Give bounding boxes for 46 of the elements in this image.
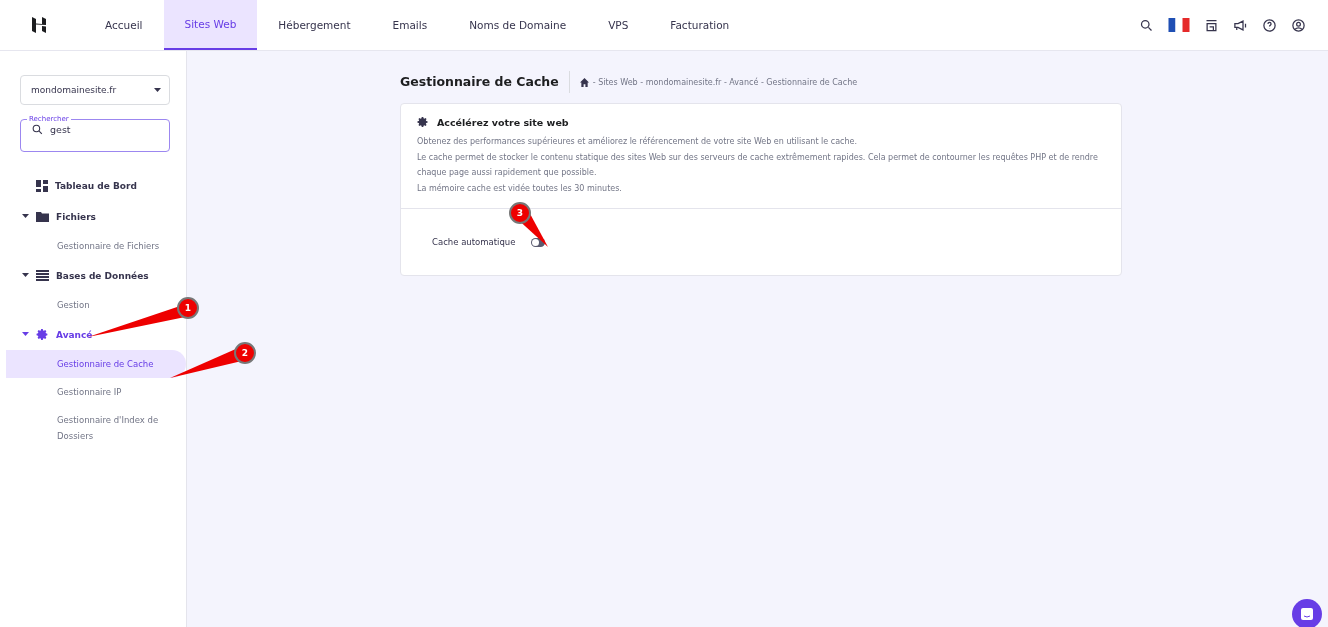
sidebar-subitem[interactable]: Gestionnaire IP — [6, 378, 130, 406]
caret-icon — [22, 214, 29, 219]
sidebar-item[interactable]: Fichiers — [6, 201, 186, 232]
breadcrumb: - Sites Web - mondomainesite.fr - Avancé - Gestionnaire de Cache — [592, 77, 858, 87]
nav-tab[interactable]: Sites Web — [163, 0, 258, 50]
nav-tab[interactable]: Emails — [371, 0, 449, 50]
setting-label: Cache automatique — [432, 237, 516, 247]
megaphone-icon[interactable] — [1233, 17, 1248, 33]
flag-icon[interactable] — [1168, 18, 1190, 32]
list-icon — [36, 270, 49, 281]
chat-button[interactable] — [1292, 599, 1322, 627]
dashboard-icon — [36, 179, 48, 192]
search-icon[interactable] — [1139, 17, 1154, 33]
sidebar-item[interactable]: Avancé — [6, 319, 186, 350]
sidebar-subitem[interactable]: Gestionnaire d'Index de Dossiers — [6, 406, 186, 450]
search-icon — [31, 123, 44, 136]
store-icon[interactable] — [1204, 17, 1219, 33]
caret-icon — [154, 87, 161, 93]
description-text: Le cache permet de stocker le contenu statique des sites Web sur des serveurs de cache extrêmement rapides. Cela permet de contourner les requêtes PHP et de rendre chaque page aussi rapidement que possible. — [417, 151, 1099, 179]
description-text: Obtenez des performances supérieures et améliorez le référencement de votre site Web en utilisant le cache. — [417, 135, 858, 148]
gear-icon — [36, 328, 49, 341]
domain-select[interactable]: mondomainesite.fr — [20, 75, 170, 105]
nav-tab[interactable]: Facturation — [649, 0, 751, 50]
help-icon[interactable] — [1262, 17, 1277, 33]
logo-icon — [32, 17, 46, 33]
sidebar-subitem[interactable]: Gestionnaire de Fichiers — [6, 232, 168, 260]
description-text: La mémoire cache est vidée toutes les 30 minutes. — [417, 182, 623, 195]
sidebar-subitem[interactable]: Gestionnaire de Cache — [6, 350, 186, 378]
step-badge: 1 — [177, 297, 199, 319]
home-icon[interactable] — [579, 77, 589, 87]
caret-icon — [22, 273, 29, 278]
chat-icon — [1300, 607, 1314, 621]
nav-tab[interactable]: Noms de Domaine — [448, 0, 588, 50]
sidebar-item[interactable]: Bases de Données — [6, 260, 186, 291]
sidebar-item[interactable]: Tableau de Bord — [6, 170, 186, 201]
gear-icon — [417, 116, 429, 128]
nav-tab[interactable]: Hébergement — [257, 0, 372, 50]
account-icon[interactable] — [1291, 17, 1306, 33]
step-badge: 2 — [234, 342, 256, 364]
page-title: Gestionnaire de Cache — [400, 71, 570, 93]
nav-tab[interactable]: Accueil — [84, 0, 164, 50]
nav-tab[interactable]: VPS — [587, 0, 650, 50]
card-title: Accélérez votre site web — [437, 116, 569, 128]
folder-icon — [36, 211, 49, 222]
sidebar-subitem[interactable]: Gestion — [6, 291, 98, 319]
caret-icon — [22, 332, 29, 337]
